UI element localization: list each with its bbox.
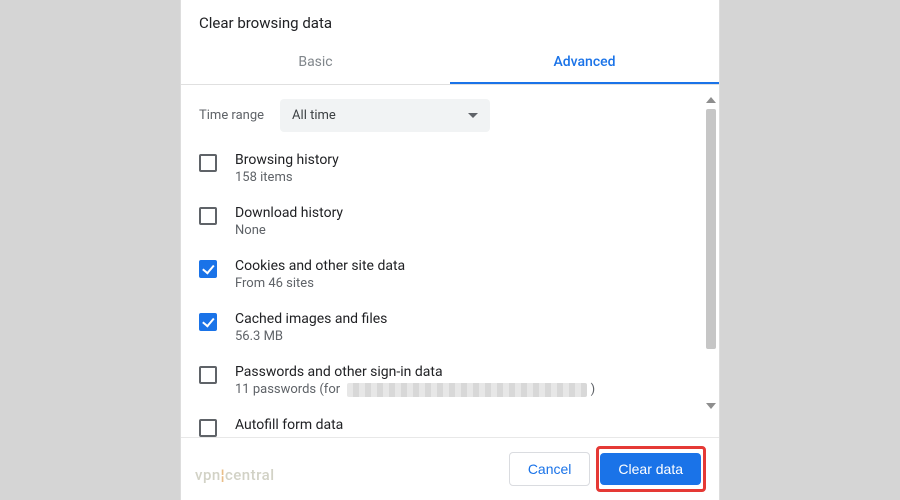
option-sub: 11 passwords (for ) [235, 382, 595, 397]
option-browsing-history: Browsing history 158 items [199, 152, 695, 185]
dialog-title: Clear browsing data [181, 0, 719, 42]
chevron-down-icon [468, 113, 478, 118]
redacted-text [347, 383, 587, 397]
watermark: vpn¦central [195, 466, 275, 484]
option-cache: Cached images and files 56.3 MB [199, 311, 695, 344]
checkbox-browsing-history[interactable] [199, 154, 217, 172]
scroll-area[interactable]: Time range All time Browsing history 158… [181, 85, 719, 437]
option-download-history: Download history None [199, 205, 695, 238]
scroll-up-icon[interactable] [706, 97, 716, 103]
option-sub: None [235, 223, 343, 238]
cancel-button[interactable]: Cancel [509, 452, 591, 486]
time-range-row: Time range All time [199, 99, 695, 132]
checkbox-download-history[interactable] [199, 207, 217, 225]
option-cookies: Cookies and other site data From 46 site… [199, 258, 695, 291]
checkbox-cache[interactable] [199, 313, 217, 331]
tabs: Basic Advanced [181, 42, 719, 85]
dialog-footer: vpn¦central Cancel Clear data [181, 437, 719, 500]
tab-advanced[interactable]: Advanced [450, 42, 719, 84]
option-passwords: Passwords and other sign-in data 11 pass… [199, 364, 695, 397]
scrollbar[interactable] [705, 97, 717, 409]
option-sub: 158 items [235, 170, 339, 185]
dialog-body: Time range All time Browsing history 158… [181, 85, 719, 437]
tab-basic[interactable]: Basic [181, 42, 450, 84]
clear-data-button[interactable]: Clear data [600, 453, 701, 485]
option-sub-text: 11 passwords (for [235, 382, 340, 397]
clear-browsing-data-dialog: Clear browsing data Basic Advanced Time … [180, 0, 720, 500]
option-title: Cookies and other site data [235, 258, 405, 274]
option-autofill: Autofill form data [199, 417, 695, 437]
option-sub: From 46 sites [235, 276, 405, 291]
option-title: Autofill form data [235, 417, 343, 433]
scroll-down-icon[interactable] [706, 403, 716, 409]
option-sub: 56.3 MB [235, 329, 387, 344]
checkbox-cookies[interactable] [199, 260, 217, 278]
time-range-value: All time [292, 108, 336, 123]
scroll-thumb[interactable] [706, 109, 716, 349]
time-range-select[interactable]: All time [280, 99, 490, 132]
option-title: Cached images and files [235, 311, 387, 327]
option-title: Browsing history [235, 152, 339, 168]
checkbox-autofill[interactable] [199, 419, 217, 437]
option-title: Passwords and other sign-in data [235, 364, 595, 380]
checkbox-passwords[interactable] [199, 366, 217, 384]
option-title: Download history [235, 205, 343, 221]
time-range-label: Time range [199, 108, 264, 123]
